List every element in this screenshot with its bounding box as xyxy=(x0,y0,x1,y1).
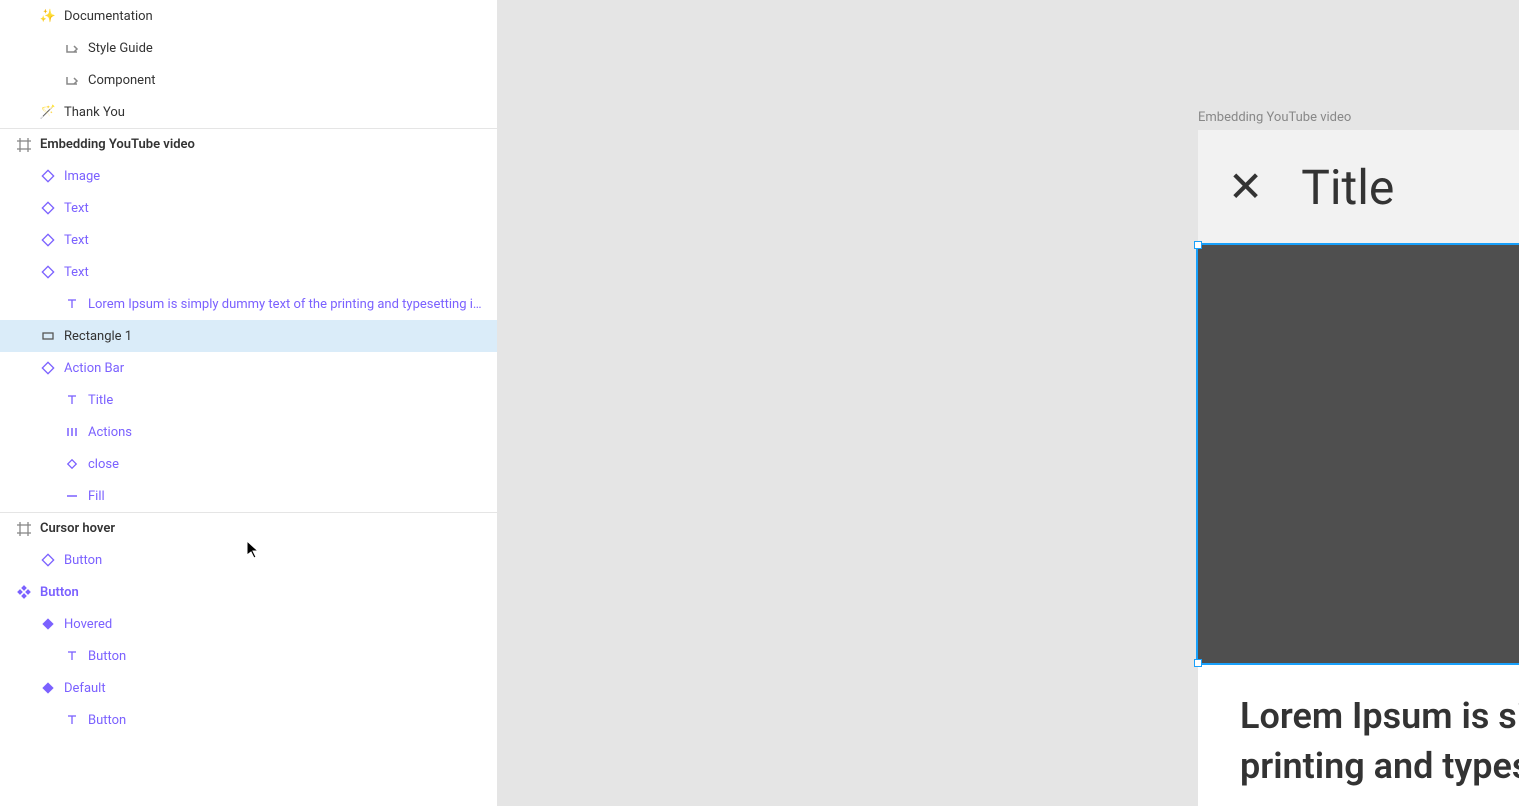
arrow-into-icon xyxy=(64,40,80,56)
layer-label: Style Guide xyxy=(88,41,485,56)
layer-label: Text xyxy=(64,201,485,216)
body-text[interactable]: Lorem Ipsum is simply dummy text of the … xyxy=(1198,663,1519,806)
layer-row[interactable]: Hovered xyxy=(0,608,497,640)
text-icon xyxy=(64,648,80,664)
layer-label: Image xyxy=(64,169,485,184)
layer-label: close xyxy=(88,457,485,472)
resize-handle[interactable] xyxy=(1194,659,1202,667)
layer-row[interactable]: Cursor hover xyxy=(0,512,497,544)
frame-icon xyxy=(16,137,32,153)
layer-label: Fill xyxy=(88,489,485,504)
action-bar-title[interactable]: Title xyxy=(1301,159,1394,216)
layer-label: Hovered xyxy=(64,617,485,632)
layer-row[interactable]: Button xyxy=(0,704,497,736)
canvas[interactable]: Embedding YouTube video ✕ Title 366 × 20 xyxy=(498,0,1519,806)
layer-label: Thank You xyxy=(64,105,485,120)
layer-label: Component xyxy=(88,73,485,88)
layer-row[interactable]: Default xyxy=(0,672,497,704)
layer-label: Cursor hover xyxy=(40,521,485,536)
layer-label: Text xyxy=(64,265,485,280)
line-icon xyxy=(64,488,80,504)
action-bar[interactable]: ✕ Title xyxy=(1198,130,1519,245)
layer-row[interactable]: Text xyxy=(0,256,497,288)
layer-row[interactable]: Embedding YouTube video xyxy=(0,128,497,160)
rect-icon xyxy=(40,328,56,344)
layer-row[interactable]: close xyxy=(0,448,497,480)
wand-icon: 🪄 xyxy=(40,104,56,120)
text-icon xyxy=(64,712,80,728)
rectangle-1[interactable]: 366 × 202 xyxy=(1198,245,1519,663)
layer-row[interactable]: Actions xyxy=(0,416,497,448)
text-icon xyxy=(64,296,80,312)
layer-label: Text xyxy=(64,233,485,248)
stack-icon xyxy=(64,424,80,440)
layer-label: Button xyxy=(88,649,485,664)
frame-icon xyxy=(16,521,32,537)
layer-row[interactable]: Text xyxy=(0,224,497,256)
layer-row[interactable]: Action Bar xyxy=(0,352,497,384)
layer-row[interactable]: Style Guide xyxy=(0,32,497,64)
arrow-into-icon xyxy=(64,72,80,88)
layer-row[interactable]: 🪄 Thank You xyxy=(0,96,497,128)
layer-row[interactable]: Text xyxy=(0,192,497,224)
layer-label: Default xyxy=(64,681,485,696)
close-icon[interactable]: ✕ xyxy=(1228,167,1263,209)
layer-label: Button xyxy=(64,553,485,568)
diamond-fill-icon xyxy=(40,616,56,632)
four-diamond-icon xyxy=(16,584,32,600)
diamond-sm-icon xyxy=(64,456,80,472)
layer-row[interactable]: Rectangle 1 xyxy=(0,320,497,352)
selected-rectangle-wrap: 366 × 202 xyxy=(1198,245,1519,663)
layer-row[interactable]: Button xyxy=(0,640,497,672)
diamond-icon xyxy=(40,360,56,376)
diamond-icon xyxy=(40,264,56,280)
diamond-icon xyxy=(40,232,56,248)
resize-handle[interactable] xyxy=(1194,241,1202,249)
layer-label: Actions xyxy=(88,425,485,440)
layer-row[interactable]: Button xyxy=(0,576,497,608)
layer-label: Button xyxy=(88,713,485,728)
layer-row[interactable]: Image xyxy=(0,160,497,192)
layer-row[interactable]: ✨ Documentation xyxy=(0,0,497,32)
layer-label: Button xyxy=(40,585,485,600)
text-icon xyxy=(64,392,80,408)
diamond-icon xyxy=(40,552,56,568)
layer-label: Lorem Ipsum is simply dummy text of the … xyxy=(88,297,485,312)
layer-row[interactable]: Fill xyxy=(0,480,497,512)
layer-row[interactable]: Title xyxy=(0,384,497,416)
layer-label: Rectangle 1 xyxy=(64,329,485,344)
layer-label: Title xyxy=(88,393,485,408)
layer-label: Embedding YouTube video xyxy=(40,137,485,152)
layer-row[interactable]: Component xyxy=(0,64,497,96)
layer-row[interactable]: Lorem Ipsum is simply dummy text of the … xyxy=(0,288,497,320)
diamond-icon xyxy=(40,168,56,184)
layers-panel: ✨ Documentation Style Guide Component 🪄 Thank… xyxy=(0,0,498,806)
layer-row[interactable]: Button xyxy=(0,544,497,576)
diamond-fill-icon xyxy=(40,680,56,696)
frame-label[interactable]: Embedding YouTube video xyxy=(1198,110,1351,125)
frame-embedding-youtube[interactable]: ✕ Title 366 × 202 Lorem Ipsum is simply xyxy=(1198,130,1519,806)
diamond-icon xyxy=(40,200,56,216)
sparkle-icon: ✨ xyxy=(40,8,56,24)
layer-label: Action Bar xyxy=(64,361,485,376)
layer-label: Documentation xyxy=(64,9,485,24)
